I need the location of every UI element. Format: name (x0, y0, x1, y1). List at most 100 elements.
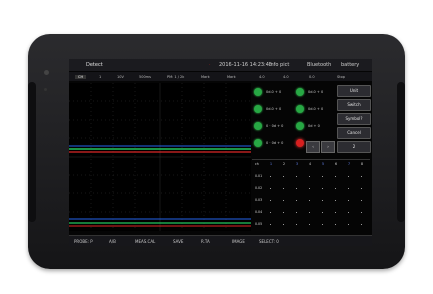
probe-button[interactable]: PROBE: P (74, 239, 93, 244)
grid-cell-dot (348, 212, 349, 213)
grid-cell-dot (361, 200, 362, 201)
status-item[interactable]: PM: 1 / 2k (167, 75, 184, 79)
grid-cell-dot (322, 200, 323, 201)
status-item[interactable]: 1 (99, 75, 101, 79)
grid-header: 2 (283, 162, 286, 166)
bluetooth-label: Bluetooth (307, 62, 332, 68)
sensor-icon (44, 88, 47, 91)
grid-cell-dot (348, 224, 349, 225)
grid-cell-dot (296, 212, 297, 213)
status-item[interactable]: Mark (201, 75, 210, 79)
grid-cell-dot (296, 200, 297, 201)
status-led-icon (254, 122, 262, 130)
status-led-icon (296, 88, 304, 96)
mode-label[interactable]: Detect (86, 62, 103, 68)
status-item[interactable]: 4.0 (283, 75, 289, 79)
battery-label: battery (341, 62, 360, 68)
grid-row-label: 0.02 (255, 186, 263, 190)
status-item[interactable]: 10V (117, 75, 124, 79)
indicator-label: 0 · 0d + 0 (266, 124, 284, 128)
alarm-led-icon (296, 139, 304, 147)
left-bumper (28, 82, 36, 222)
datetime-readout: 2016-11-16 14:23:45 (219, 62, 273, 68)
symbol-button[interactable]: Symbol? (337, 113, 371, 125)
next-button[interactable]: › (321, 141, 335, 153)
grid-header: 3 (296, 162, 299, 166)
waveform-display[interactable] (69, 83, 251, 231)
status-led-icon (296, 105, 304, 113)
measurement-grid: ch 1 2 3 4 5 6 7 8 0.01 0.02 0.03 0.04 0… (252, 159, 370, 232)
title-bar: Detect · 2016-11-16 14:23:45 Info pict B… (69, 59, 372, 71)
grid-cell-dot (335, 224, 336, 225)
status-led-icon (254, 88, 262, 96)
status-item[interactable]: Mark (227, 75, 236, 79)
grid-header: 4 (309, 162, 312, 166)
rta-button[interactable]: R.TA (201, 239, 210, 244)
grid-cell-dot (322, 188, 323, 189)
image-button[interactable]: IMAGE (232, 239, 245, 244)
grid-cell-dot (309, 212, 310, 213)
status-item[interactable]: Stop (337, 75, 345, 79)
indicator-label: 0 · 0d + 0 (266, 141, 284, 145)
grid-cell-dot (283, 188, 284, 189)
grid-cell-dot (361, 212, 362, 213)
grid-header: 8 (361, 162, 364, 166)
grid-header: 7 (348, 162, 351, 166)
grid-cell-dot (309, 224, 310, 225)
select-button[interactable]: SELECT: 0 (259, 239, 279, 244)
meas-cal-button[interactable]: MEAS.CAL (135, 239, 155, 244)
cancel-button[interactable]: Cancel (337, 127, 371, 139)
grid-cell-dot (348, 188, 349, 189)
grid-cell-dot (361, 176, 362, 177)
status-led-icon (254, 139, 262, 147)
prev-button[interactable]: ‹ (306, 141, 320, 153)
grid-header: ch (255, 162, 259, 166)
ab-button[interactable]: A/B (109, 239, 116, 244)
status-item[interactable]: 0.0 (309, 75, 315, 79)
grid-header: 6 (335, 162, 338, 166)
grid-header: 1 (270, 162, 273, 166)
grid-header: 5 (322, 162, 325, 166)
grid-cell-dot (335, 212, 336, 213)
grid-cell-dot (309, 200, 310, 201)
indicator-panel: 0d.0 + 0 0d.0 + 0 0d.0 + 0 0d.0 + 0 0 · … (252, 83, 371, 155)
indicator-label: 0d.0 + 0 (308, 107, 324, 111)
grid-row-label: 0.04 (255, 210, 263, 214)
indicator-label: 0d.0 + 0 (266, 107, 282, 111)
status-led-icon (254, 105, 262, 113)
grid-cell-dot (283, 224, 284, 225)
grid-cell-dot (296, 224, 297, 225)
grid-cell-dot (348, 200, 349, 201)
status-item[interactable]: 4.0 (259, 75, 265, 79)
switch-button[interactable]: Switch (337, 99, 371, 111)
grid-cell-dot (309, 188, 310, 189)
channel-selector[interactable]: CH (75, 75, 87, 79)
unit-button[interactable]: Unit (337, 85, 371, 97)
grid-row-label: 0.01 (255, 174, 263, 178)
grid-row-label: 0.05 (255, 222, 263, 226)
grid-cell-dot (309, 176, 310, 177)
grid-cell-dot (270, 188, 271, 189)
grid-cell-dot (270, 200, 271, 201)
grid-cell-dot (283, 212, 284, 213)
grid-cell-dot (361, 188, 362, 189)
grid-row-label: 0.03 (255, 198, 263, 202)
right-bumper (397, 82, 405, 222)
indicator-label: 0d + 0 (308, 124, 320, 128)
indicator-label: 0d.0 + 0 (308, 90, 324, 94)
save-button[interactable]: SAVE (173, 239, 183, 244)
grid-cell-dot (270, 224, 271, 225)
grid-cell-dot (348, 176, 349, 177)
number-button[interactable]: 2 (337, 141, 371, 153)
status-item[interactable]: 500ms (139, 75, 151, 79)
record-marker: · (209, 62, 211, 68)
grid-cell-dot (283, 200, 284, 201)
grid-cell-dot (335, 176, 336, 177)
grid-cell-dot (270, 212, 271, 213)
grid-cell-dot (296, 188, 297, 189)
grid-cell-dot (296, 176, 297, 177)
grid-cell-dot (322, 212, 323, 213)
bottom-bar: PROBE: P A/B MEAS.CAL SAVE R.TA IMAGE SE… (69, 235, 372, 246)
info-label: Info pict (269, 62, 290, 68)
grid-cell-dot (361, 224, 362, 225)
